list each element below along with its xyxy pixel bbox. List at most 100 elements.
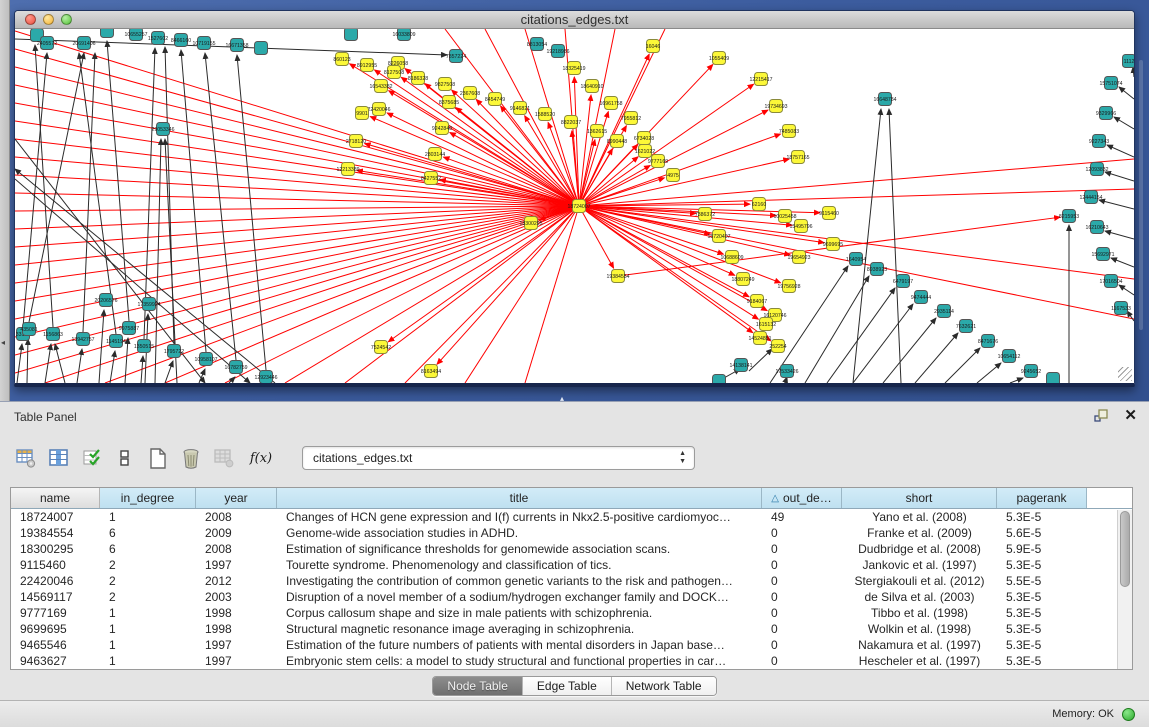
panel-collapse-arrow-icon[interactable]: ◂ bbox=[1, 338, 5, 347]
create-table-icon[interactable] bbox=[146, 446, 170, 470]
node-label: 8466160 bbox=[171, 38, 191, 44]
node-label: 12923446 bbox=[254, 375, 277, 381]
citation-edge-red bbox=[388, 206, 579, 342]
table-row[interactable]: 977716911998Corpus callosum shape and si… bbox=[11, 605, 1132, 621]
citation-edge-red bbox=[15, 206, 579, 301]
table-row[interactable]: 1830029562008Estimation of significance … bbox=[11, 541, 1132, 557]
vertical-scrollbar[interactable] bbox=[1117, 510, 1132, 670]
memory-status-icon[interactable] bbox=[1122, 708, 1135, 721]
citation-edge-black bbox=[110, 351, 115, 383]
show-columns-icon[interactable] bbox=[47, 446, 71, 470]
function-builder-icon[interactable]: f(x) bbox=[249, 446, 273, 470]
column-header-label: short bbox=[906, 491, 933, 505]
table-row[interactable]: 1872400712008Changes of HCN gene express… bbox=[11, 509, 1132, 525]
node-label: 2803144 bbox=[425, 152, 445, 158]
column-header-title[interactable]: title bbox=[277, 488, 762, 508]
node-label: 1795722 bbox=[164, 349, 184, 355]
node-label: 9827508 bbox=[435, 82, 455, 88]
citation-edge-red bbox=[45, 206, 579, 383]
table-cell: Structural magnetic resonance image aver… bbox=[277, 622, 762, 636]
network-node-teal[interactable] bbox=[1047, 373, 1060, 384]
column-header-out_de[interactable]: △out_de… bbox=[762, 488, 842, 508]
column-header-label: in_degree bbox=[121, 491, 174, 505]
network-canvas[interactable]: 2405572206914061065525715276028466160107… bbox=[15, 29, 1134, 383]
table-cell: 1 bbox=[100, 510, 196, 524]
import-table-icon[interactable] bbox=[212, 446, 236, 470]
table-body: 1872400712008Changes of HCN gene express… bbox=[11, 509, 1132, 669]
citation-edge-black bbox=[1105, 231, 1134, 239]
tab-node-table[interactable]: Node Table bbox=[433, 677, 523, 695]
float-panel-icon[interactable] bbox=[1094, 409, 1110, 423]
table-row[interactable]: 2242004622012Investigating the contribut… bbox=[11, 573, 1132, 589]
table-cell: 0 bbox=[762, 526, 842, 540]
table-row[interactable]: 946554611997Estimation of the future num… bbox=[11, 637, 1132, 653]
tab-network-table[interactable]: Network Table bbox=[612, 677, 716, 695]
table-cell: Hescheler et al. (1997) bbox=[842, 654, 997, 668]
network-node-teal[interactable] bbox=[101, 29, 114, 38]
table-header-row: name in_degree year title △out_de… short pager… bbox=[11, 488, 1132, 509]
table-cell: 0 bbox=[762, 590, 842, 604]
node-label: 8454749 bbox=[485, 97, 505, 103]
node-label: 9975887 bbox=[119, 326, 139, 332]
node-label: 1615132 bbox=[756, 322, 776, 328]
node-label: 18640910 bbox=[580, 84, 603, 90]
node-label: 19734693 bbox=[764, 104, 787, 110]
node-label: 8813054 bbox=[527, 42, 547, 48]
resize-grip[interactable] bbox=[1118, 367, 1132, 381]
network-node-teal[interactable] bbox=[713, 375, 726, 384]
node-label: 16782759 bbox=[224, 365, 247, 371]
column-header-in_degree[interactable]: in_degree bbox=[100, 488, 196, 508]
node-label: 18807249 bbox=[731, 277, 754, 283]
network-node-teal[interactable] bbox=[345, 29, 358, 41]
table-row[interactable]: 1456911722003Disruption of a novel membe… bbox=[11, 589, 1132, 605]
scrollbar-thumb[interactable] bbox=[1120, 511, 1130, 587]
citation-edge-red bbox=[15, 206, 579, 355]
network-window-titlebar[interactable]: citations_edges.txt bbox=[15, 11, 1134, 29]
column-header-label: title bbox=[510, 491, 529, 505]
citation-edge-red bbox=[15, 206, 579, 373]
citation-edge-black bbox=[181, 50, 206, 352]
table-cell: 5.3E-5 bbox=[997, 606, 1087, 620]
table-cell: Franke et al. (2009) bbox=[842, 526, 997, 540]
node-label: 4975 bbox=[667, 173, 679, 179]
table-row[interactable]: 1938455462009Genome-wide association stu… bbox=[11, 525, 1132, 541]
node-label: 17016504 bbox=[1099, 279, 1122, 285]
column-header-label: year bbox=[224, 491, 247, 505]
node-label: 8427552 bbox=[421, 176, 441, 182]
node-label: 252254 bbox=[769, 344, 786, 350]
node-label: 17533426 bbox=[775, 369, 798, 375]
node-label: 9699695 bbox=[823, 242, 843, 248]
node-label: 15692971 bbox=[1091, 252, 1114, 258]
node-label: 7524542 bbox=[371, 345, 391, 351]
tab-edge-table[interactable]: Edge Table bbox=[523, 677, 612, 695]
node-label: 8822037 bbox=[561, 120, 581, 126]
column-header-pagerank[interactable]: pagerank bbox=[997, 488, 1087, 508]
table-row[interactable]: 969969511998Structural magnetic resonanc… bbox=[11, 621, 1132, 637]
table-cell: 2008 bbox=[196, 510, 277, 524]
table-cell: 1 bbox=[100, 606, 196, 620]
node-label: 18325419 bbox=[562, 66, 585, 72]
table-selector-dropdown[interactable]: citations_edges.txt ▲▼ bbox=[302, 446, 695, 470]
close-panel-icon[interactable]: ✕ bbox=[1124, 408, 1137, 423]
table-cell: 1 bbox=[100, 654, 196, 668]
select-columns-icon[interactable] bbox=[80, 446, 104, 470]
node-label: 12444154 bbox=[1079, 195, 1102, 201]
delete-table-icon[interactable] bbox=[179, 446, 203, 470]
citation-edge-black bbox=[17, 344, 22, 383]
network-node-teal[interactable] bbox=[255, 42, 268, 55]
node-label: 1156863 bbox=[43, 332, 63, 338]
node-label: 18300295 bbox=[519, 221, 542, 227]
column-header-name[interactable]: name bbox=[11, 488, 100, 508]
table-row[interactable]: 946362711997Embryonic stem cells: a mode… bbox=[11, 653, 1132, 669]
table-row[interactable]: 911546021997Tourette syndrome. Phenomeno… bbox=[11, 557, 1132, 573]
node-label: 14138141 bbox=[729, 363, 752, 369]
table-cell: 1997 bbox=[196, 654, 277, 668]
node-label: 8471676 bbox=[978, 339, 998, 345]
table-cell: 1998 bbox=[196, 622, 277, 636]
node-label: 1167533 bbox=[1111, 306, 1131, 312]
column-header-short[interactable]: short bbox=[842, 488, 997, 508]
row-height-icon[interactable] bbox=[113, 446, 137, 470]
column-header-year[interactable]: year bbox=[196, 488, 277, 508]
citation-edge-black bbox=[883, 318, 936, 383]
table-settings-icon[interactable] bbox=[14, 446, 38, 470]
